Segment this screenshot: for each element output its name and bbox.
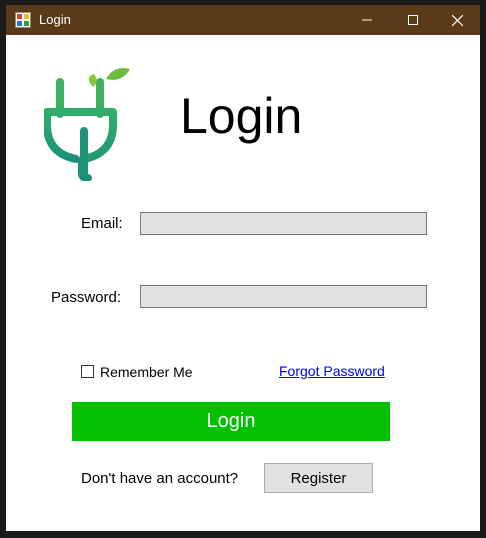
email-field[interactable] bbox=[140, 212, 427, 235]
close-icon bbox=[451, 14, 463, 26]
password-field[interactable] bbox=[140, 285, 427, 308]
minimize-icon bbox=[362, 19, 372, 21]
password-label: Password: bbox=[51, 289, 122, 306]
maximize-icon bbox=[408, 15, 418, 25]
login-window: Login Login Email: Password: Remember Me… bbox=[0, 0, 486, 538]
maximize-button[interactable] bbox=[390, 5, 436, 35]
title-bar[interactable]: Login bbox=[6, 5, 480, 35]
no-account-text: Don't have an account? bbox=[81, 470, 239, 487]
form-body: Login Email: Password: Remember Me Forgo… bbox=[6, 35, 480, 531]
register-button[interactable]: Register bbox=[264, 463, 373, 493]
plug-leaf-logo bbox=[44, 68, 130, 181]
close-button[interactable] bbox=[434, 5, 480, 35]
page-title: Login bbox=[180, 88, 303, 144]
form-icon bbox=[15, 12, 31, 28]
login-button[interactable]: Login bbox=[72, 402, 390, 441]
remember-me-label[interactable]: Remember Me bbox=[100, 364, 193, 380]
window-title: Login bbox=[39, 12, 71, 27]
minimize-button[interactable] bbox=[344, 5, 390, 35]
remember-me-checkbox[interactable] bbox=[81, 365, 94, 378]
forgot-password-link[interactable]: Forgot Password bbox=[279, 363, 385, 379]
email-label: Email: bbox=[81, 215, 123, 232]
